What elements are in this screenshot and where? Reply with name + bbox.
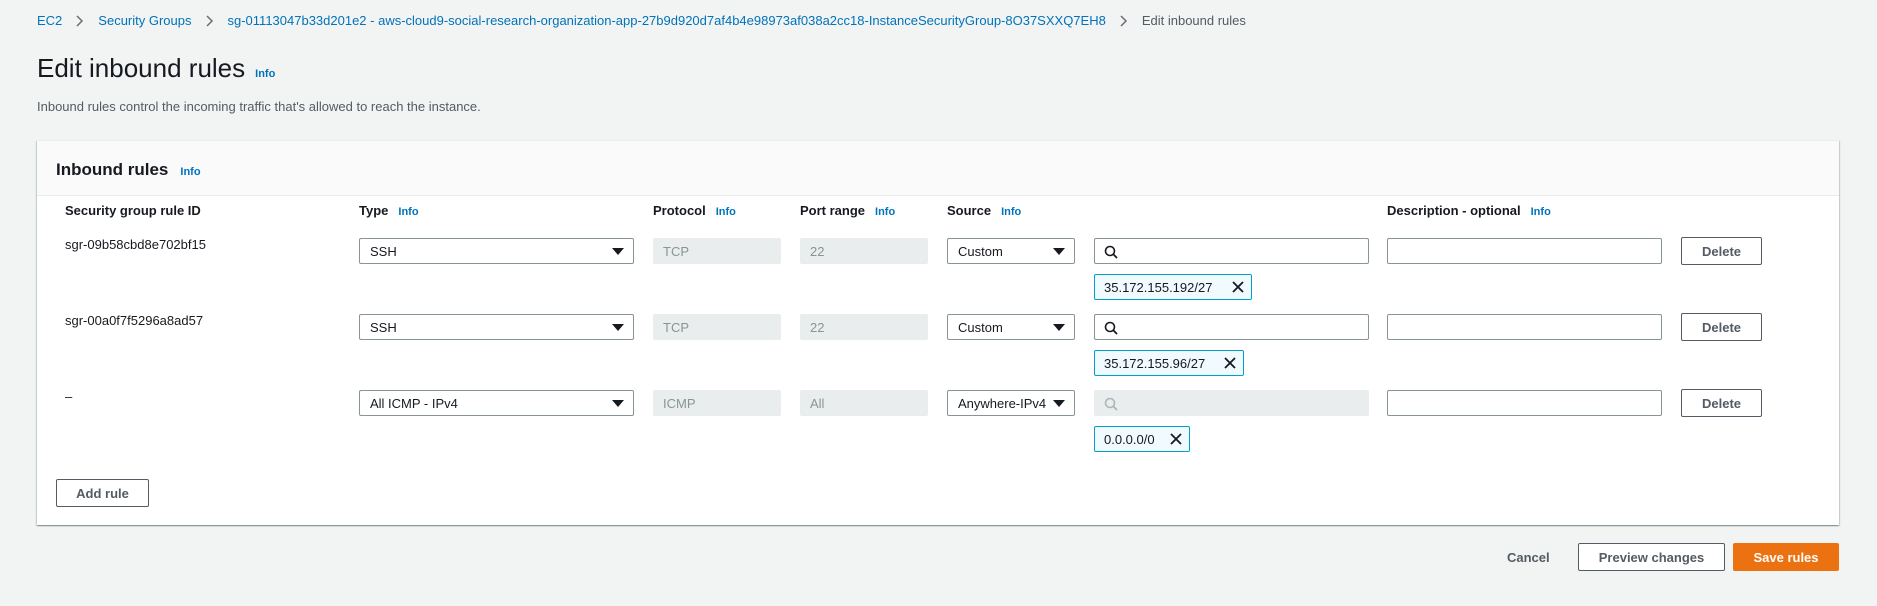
source-select-value: Custom: [958, 243, 1003, 259]
breadcrumb: EC2 Security Groups sg-01113047b33d201e2…: [37, 13, 1246, 28]
column-header-port-range-label: Port range: [800, 203, 866, 218]
column-header-protocol: Protocol Info: [653, 203, 736, 218]
column-header-port-range: Port range Info: [800, 203, 895, 218]
panel-title: Inbound rules Info: [56, 160, 201, 180]
add-rule-button[interactable]: Add rule: [56, 479, 149, 507]
protocol-info-link[interactable]: Info: [716, 206, 736, 218]
caret-down-icon: [1053, 400, 1065, 407]
description-input[interactable]: [1387, 314, 1662, 340]
caret-down-icon: [612, 400, 624, 407]
search-icon: [1104, 321, 1118, 340]
source-token: 0.0.0.0/0: [1094, 426, 1190, 452]
description-info-link[interactable]: Info: [1531, 206, 1551, 218]
column-header-rule-id-label: Security group rule ID: [65, 203, 201, 218]
close-icon[interactable]: [1223, 356, 1237, 373]
panel-info-link[interactable]: Info: [180, 166, 200, 178]
column-header-rule-id: Security group rule ID: [65, 203, 201, 218]
source-select[interactable]: Anywhere-IPv4: [947, 390, 1075, 416]
breadcrumb-current: Edit inbound rules: [1141, 13, 1246, 28]
source-token: 35.172.155.96/27: [1094, 350, 1244, 376]
column-header-description: Description - optional Info: [1387, 203, 1551, 218]
panel-title-text: Inbound rules: [56, 160, 169, 179]
caret-down-icon: [612, 248, 624, 255]
preview-changes-button[interactable]: Preview changes: [1578, 543, 1725, 571]
delete-button[interactable]: Delete: [1681, 389, 1762, 417]
protocol-field: TCP: [653, 314, 781, 340]
page-description: Inbound rules control the incoming traff…: [37, 99, 481, 114]
description-input[interactable]: [1387, 390, 1662, 416]
description-input[interactable]: [1387, 238, 1662, 264]
source-token: 35.172.155.192/27: [1094, 274, 1252, 300]
caret-down-icon: [1053, 324, 1065, 331]
caret-down-icon: [612, 324, 624, 331]
column-header-source: Source Info: [947, 203, 1021, 218]
type-select-value: SSH: [370, 243, 397, 259]
source-search-input[interactable]: [1094, 238, 1369, 264]
column-header-type-label: Type: [359, 203, 389, 218]
chevron-right-icon: [76, 14, 84, 27]
protocol-field: ICMP: [653, 390, 781, 416]
save-rules-button[interactable]: Save rules: [1733, 543, 1839, 571]
rule-id: sgr-00a0f7f5296a8ad57: [65, 313, 204, 328]
source-search-input[interactable]: [1094, 314, 1369, 340]
source-select-value: Custom: [958, 319, 1003, 335]
rule-id: sgr-09b58cbd8e702bf15: [65, 237, 206, 252]
source-select[interactable]: Custom: [947, 314, 1075, 340]
column-header-protocol-label: Protocol: [653, 203, 706, 218]
source-token-label: 0.0.0.0/0: [1104, 431, 1155, 447]
type-select-value: All ICMP - IPv4: [370, 395, 458, 411]
inbound-rules-panel: Inbound rules Info Security group rule I…: [37, 140, 1839, 525]
breadcrumb-security-groups[interactable]: Security Groups: [98, 13, 191, 28]
type-select[interactable]: All ICMP - IPv4: [359, 390, 634, 416]
source-token-label: 35.172.155.192/27: [1104, 279, 1213, 295]
port-range-info-link[interactable]: Info: [875, 206, 895, 218]
column-header-description-label: Description - optional: [1387, 203, 1521, 218]
close-icon[interactable]: [1169, 432, 1183, 449]
breadcrumb-security-group[interactable]: sg-01113047b33d201e2 - aws-cloud9-social…: [228, 13, 1106, 28]
type-info-link[interactable]: Info: [398, 206, 418, 218]
delete-button[interactable]: Delete: [1681, 237, 1762, 265]
port-range-field: 22: [800, 314, 928, 340]
rule-id: –: [65, 389, 73, 404]
search-icon: [1104, 245, 1118, 264]
close-icon[interactable]: [1231, 280, 1245, 297]
search-icon: [1104, 397, 1118, 416]
page-title: Edit inbound rules Info: [37, 53, 275, 84]
delete-button[interactable]: Delete: [1681, 313, 1762, 341]
caret-down-icon: [1053, 248, 1065, 255]
chevron-right-icon: [1120, 14, 1128, 27]
column-header-source-label: Source: [947, 203, 992, 218]
type-select-value: SSH: [370, 319, 397, 335]
source-info-link[interactable]: Info: [1001, 206, 1021, 218]
page-title-text: Edit inbound rules: [37, 53, 246, 83]
port-range-field: All: [800, 390, 928, 416]
type-select[interactable]: SSH: [359, 314, 634, 340]
source-select[interactable]: Custom: [947, 238, 1075, 264]
panel-header: Inbound rules Info: [37, 141, 1839, 196]
source-token-label: 35.172.155.96/27: [1104, 355, 1206, 371]
breadcrumb-ec2[interactable]: EC2: [37, 13, 62, 28]
cancel-button[interactable]: Cancel: [1507, 550, 1550, 565]
protocol-field: TCP: [653, 238, 781, 264]
port-range-field: 22: [800, 238, 928, 264]
column-header-type: Type Info: [359, 203, 419, 218]
source-search-input: [1094, 390, 1369, 416]
type-select[interactable]: SSH: [359, 238, 634, 264]
source-select-value: Anywhere-IPv4: [958, 395, 1047, 411]
page-info-link[interactable]: Info: [255, 68, 275, 80]
chevron-right-icon: [205, 14, 214, 27]
